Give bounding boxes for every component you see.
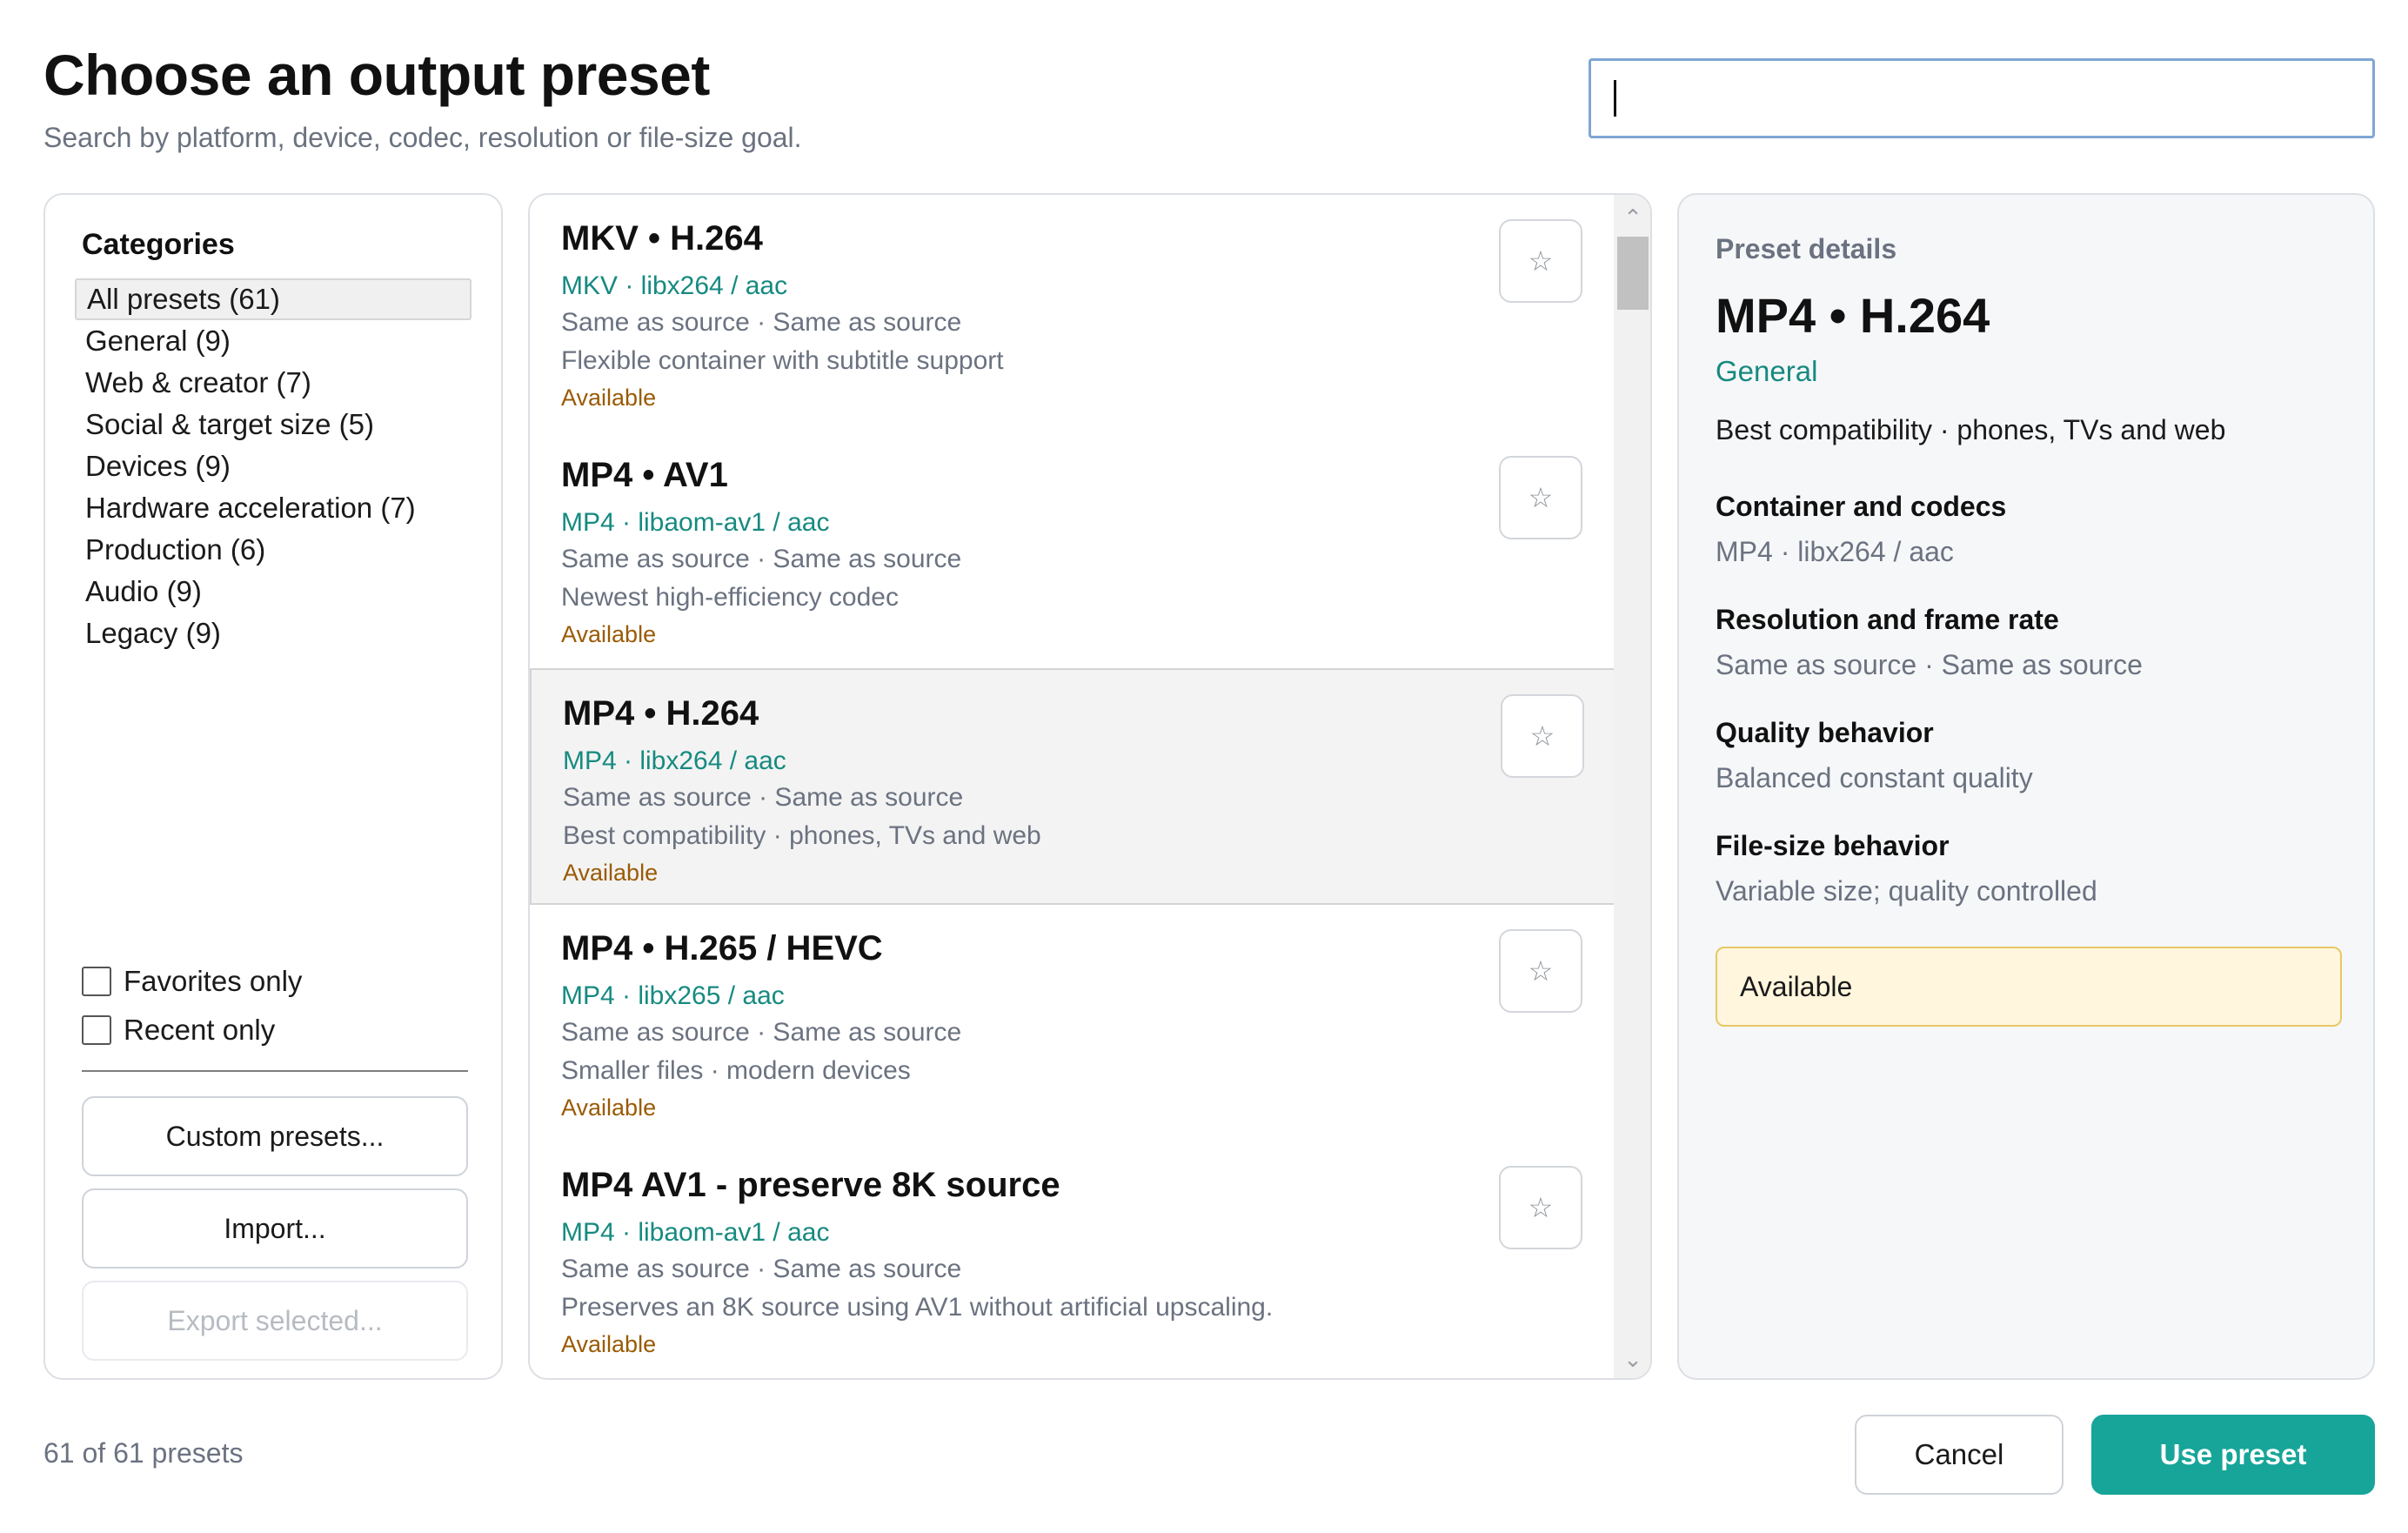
custom-presets-button[interactable]: Custom presets... [82, 1096, 468, 1176]
filesize-label: File-size behavior [1716, 830, 1950, 861]
preset-name: MKV • H.264 [561, 219, 763, 258]
preset-description: Newest high-efficiency codec [561, 583, 899, 612]
preset-status: Available [561, 621, 657, 647]
preset-details-panel: Preset details MP4 • H.264 General Best … [1677, 193, 2375, 1380]
categories-divider [82, 1070, 468, 1072]
preset-name: MP4 • AV1 [561, 456, 728, 494]
preset-item-selected[interactable]: MP4 • H.264 MP4 · libx264 / aac Same as … [530, 668, 1615, 905]
text-caret [1614, 80, 1616, 117]
cancel-button[interactable]: Cancel [1855, 1415, 2064, 1495]
preset-item[interactable]: MKV • H.264 MKV · libx264 / aac Same as … [530, 195, 1615, 432]
preset-name: MP4 • H.265 / HEVC [561, 929, 883, 967]
recent-only-toggle[interactable]: Recent only [82, 1011, 275, 1049]
preset-resolution: Same as source · Same as source [561, 308, 962, 337]
preset-resolution: Same as source · Same as source [561, 1018, 962, 1047]
page-title: Choose an output preset [43, 43, 710, 107]
recent-only-label: Recent only [124, 1014, 276, 1046]
category-legacy[interactable]: Legacy (9) [75, 613, 472, 654]
category-devices[interactable]: Devices (9) [75, 445, 472, 487]
preset-description: Best compatibility · phones, TVs and web [563, 821, 1041, 850]
category-production[interactable]: Production (6) [75, 529, 472, 571]
preset-status: Available [563, 860, 659, 886]
details-summary: Best compatibility · phones, TVs and web [1716, 414, 2226, 445]
preset-count: 61 of 61 presets [43, 1437, 244, 1469]
favorite-star-icon[interactable]: ☆ [1499, 929, 1582, 1013]
preset-description: Flexible container with subtitle support [561, 346, 1004, 375]
preset-codec: MKV · libx264 / aac [561, 271, 788, 300]
preset-status: Available [561, 1331, 657, 1357]
category-audio[interactable]: Audio (9) [75, 571, 472, 613]
category-web-creator[interactable]: Web & creator (7) [75, 362, 472, 404]
categories-heading: Categories [82, 228, 235, 261]
favorite-star-icon[interactable]: ☆ [1499, 1166, 1582, 1249]
export-selected-button[interactable]: Export selected... [82, 1281, 468, 1361]
preset-status: Available [561, 1095, 657, 1121]
preset-codec: MP4 · libaom-av1 / aac [561, 508, 830, 537]
category-hardware-acceleration[interactable]: Hardware acceleration (7) [75, 487, 472, 529]
use-preset-button[interactable]: Use preset [2091, 1415, 2375, 1495]
details-heading: Preset details [1716, 233, 1897, 264]
preset-list-panel: MKV • H.264 MKV · libx264 / aac Same as … [528, 193, 1652, 1380]
scroll-down-icon[interactable]: ⌄ [1614, 1343, 1650, 1375]
preset-resolution: Same as source · Same as source [561, 1255, 962, 1283]
favorites-only-toggle[interactable]: Favorites only [82, 962, 302, 1001]
preset-item[interactable]: MP4 AV1 - preserve 8K source MP4 · libao… [530, 1141, 1615, 1378]
preset-codec: MP4 · libaom-av1 / aac [561, 1218, 830, 1247]
preset-status: Available [561, 385, 657, 411]
details-category: General [1716, 355, 1818, 387]
container-codecs-label: Container and codecs [1716, 491, 2007, 522]
resolution-value: Same as source · Same as source [1716, 649, 2143, 680]
categories-panel: Categories All presets (61) General (9) … [43, 193, 503, 1380]
category-general[interactable]: General (9) [75, 320, 472, 362]
filesize-value: Variable size; quality controlled [1716, 875, 2097, 907]
import-button[interactable]: Import... [82, 1188, 468, 1269]
recent-only-checkbox[interactable] [82, 1015, 111, 1045]
category-all-presets[interactable]: All presets (61) [75, 278, 472, 320]
favorites-only-checkbox[interactable] [82, 967, 111, 996]
favorite-star-icon[interactable]: ☆ [1501, 694, 1584, 778]
preset-codec: MP4 · libx264 / aac [563, 746, 786, 775]
preset-item[interactable]: MP4 • AV1 MP4 · libaom-av1 / aac Same as… [530, 432, 1615, 668]
preset-name: MP4 AV1 - preserve 8K source [561, 1166, 1060, 1204]
resolution-label: Resolution and frame rate [1716, 604, 2059, 635]
preset-name: MP4 • H.264 [563, 694, 759, 733]
search-input[interactable] [1589, 58, 2375, 138]
quality-value: Balanced constant quality [1716, 762, 2033, 793]
details-status-badge: Available [1716, 947, 2342, 1027]
favorite-star-icon[interactable]: ☆ [1499, 456, 1582, 539]
details-preset-name: MP4 • H.264 [1716, 288, 1990, 343]
favorite-star-icon[interactable]: ☆ [1499, 219, 1582, 303]
page-subtitle: Search by platform, device, codec, resol… [43, 122, 802, 153]
container-codecs-value: MP4 · libx264 / aac [1716, 536, 1954, 567]
scroll-thumb[interactable] [1617, 237, 1649, 310]
favorites-only-label: Favorites only [124, 965, 303, 997]
preset-codec: MP4 · libx265 / aac [561, 981, 785, 1010]
preset-description: Preserves an 8K source using AV1 without… [561, 1293, 1274, 1322]
category-social-target-size[interactable]: Social & target size (5) [75, 404, 472, 445]
preset-description: Smaller files · modern devices [561, 1056, 911, 1085]
quality-label: Quality behavior [1716, 717, 1934, 748]
scroll-up-icon[interactable]: ⌃ [1614, 202, 1650, 233]
preset-list-scrollbar[interactable]: ⌃ ⌄ [1614, 195, 1650, 1378]
preset-resolution: Same as source · Same as source [563, 783, 964, 812]
preset-item[interactable]: MP4 • H.265 / HEVC MP4 · libx265 / aac S… [530, 905, 1615, 1141]
categories-list: All presets (61) General (9) Web & creat… [75, 278, 472, 654]
preset-resolution: Same as source · Same as source [561, 545, 962, 573]
